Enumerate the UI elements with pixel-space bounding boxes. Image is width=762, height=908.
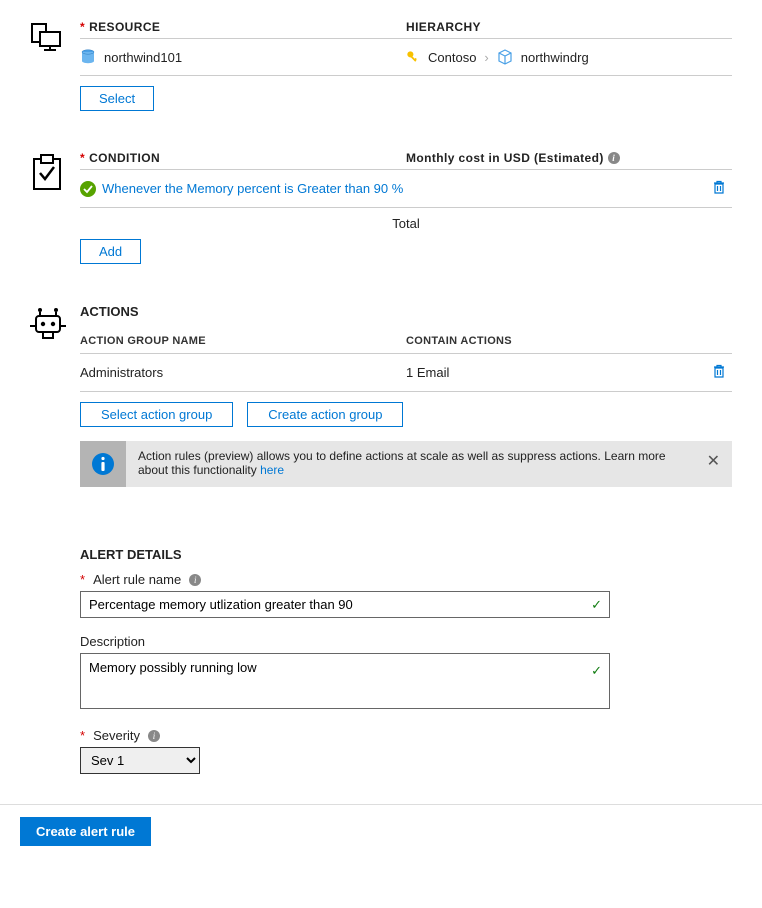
select-action-group-button[interactable]: Select action group	[80, 402, 233, 427]
alert-details-section: ALERT DETAILS *Alert rule name i ✓ Descr…	[30, 547, 732, 774]
actions-icon	[30, 304, 80, 342]
action-rules-info-bar: Action rules (preview) allows you to def…	[80, 441, 732, 487]
actions-header: ACTIONS	[80, 304, 732, 319]
alert-rule-name-label: *Alert rule name i	[80, 572, 732, 587]
contain-actions-cell: 1 Email	[406, 365, 449, 380]
alert-rule-name-input[interactable]	[80, 591, 610, 618]
action-group-name-cell: Administrators	[80, 365, 406, 380]
resource-group-icon	[497, 49, 513, 65]
resource-section: *RESOURCE HIERARCHY northwind101 Contoso…	[30, 20, 732, 111]
delete-action-group-button[interactable]	[706, 364, 732, 381]
check-icon	[80, 181, 96, 197]
action-group-column-header: ACTION GROUP NAME	[80, 335, 406, 347]
actions-section: ACTIONS ACTION GROUP NAME CONTAIN ACTION…	[30, 304, 732, 487]
info-text: Action rules (preview) allows you to def…	[126, 441, 695, 485]
alert-details-header: ALERT DETAILS	[80, 547, 732, 562]
severity-select[interactable]: Sev 1	[80, 747, 200, 774]
select-resource-button[interactable]: Select	[80, 86, 154, 111]
condition-section: *CONDITION Monthly cost in USD (Estimate…	[30, 151, 732, 264]
condition-icon	[30, 151, 80, 193]
hierarchy-root: Contoso	[428, 50, 476, 65]
delete-condition-button[interactable]	[706, 180, 732, 197]
add-condition-button[interactable]: Add	[80, 239, 141, 264]
action-group-row: Administrators 1 Email	[80, 354, 732, 392]
severity-label: *Severity i	[80, 728, 732, 743]
hierarchy-header-label: HIERARCHY	[406, 20, 732, 34]
info-icon[interactable]: i	[608, 152, 620, 164]
contain-actions-column-header: CONTAIN ACTIONS	[406, 335, 732, 347]
condition-rule-link[interactable]: Whenever the Memory percent is Greater t…	[102, 181, 403, 196]
info-icon	[80, 441, 126, 487]
info-icon[interactable]: i	[148, 730, 160, 742]
cost-header-label: Monthly cost in USD (Estimated) i	[406, 151, 732, 165]
footer-bar: Create alert rule	[0, 804, 762, 858]
create-action-group-button[interactable]: Create action group	[247, 402, 403, 427]
learn-more-link[interactable]: here	[260, 463, 284, 477]
close-info-button[interactable]: ✕	[695, 441, 732, 481]
valid-check-icon: ✓	[591, 597, 602, 613]
resource-name: northwind101	[104, 50, 182, 65]
description-label: Description	[80, 634, 732, 649]
database-icon	[80, 49, 96, 65]
hierarchy-child: northwindrg	[521, 50, 589, 65]
key-icon	[406, 50, 420, 64]
condition-total-label: Total	[80, 208, 732, 239]
condition-header-label: *CONDITION	[80, 151, 406, 165]
resource-header-label: *RESOURCE	[80, 20, 406, 34]
create-alert-rule-button[interactable]: Create alert rule	[20, 817, 151, 846]
valid-check-icon: ✓	[591, 663, 602, 679]
description-input[interactable]	[80, 653, 610, 709]
resource-icon	[30, 20, 80, 56]
info-icon[interactable]: i	[189, 574, 201, 586]
chevron-right-icon: ›	[484, 50, 488, 65]
